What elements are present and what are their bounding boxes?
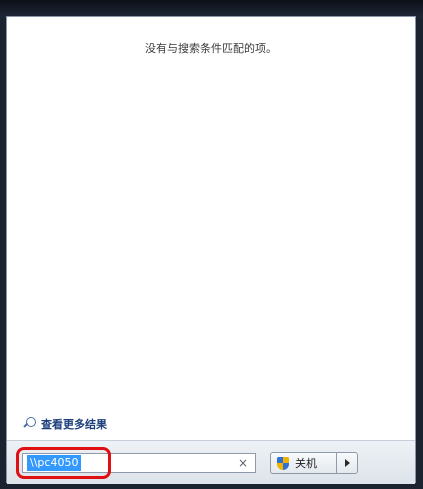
see-more-results-label: 查看更多结果 <box>41 418 107 431</box>
no-results-message: 没有与搜索条件匹配的项。 <box>145 42 277 55</box>
shutdown-button-group: 关机 <box>270 452 358 474</box>
close-icon[interactable]: × <box>238 456 248 470</box>
search-icon <box>23 417 37 431</box>
start-menu-frame: 没有与搜索条件匹配的项。 查看更多结果 \\pc4050 × 关机 <box>0 0 423 489</box>
shutdown-label: 关机 <box>295 457 317 470</box>
uac-shield-icon <box>277 456 289 470</box>
search-input[interactable]: \\pc4050 × <box>22 453 256 473</box>
search-results-panel: 没有与搜索条件匹配的项。 查看更多结果 \\pc4050 × 关机 <box>6 16 416 484</box>
shutdown-options-button[interactable] <box>336 452 358 474</box>
shutdown-button[interactable]: 关机 <box>270 452 336 474</box>
arrow-right-icon <box>344 459 350 467</box>
see-more-results-link[interactable]: 查看更多结果 <box>23 416 107 432</box>
start-menu-bottom-bar: \\pc4050 × 关机 <box>7 440 415 484</box>
search-input-value[interactable]: \\pc4050 <box>27 455 82 471</box>
